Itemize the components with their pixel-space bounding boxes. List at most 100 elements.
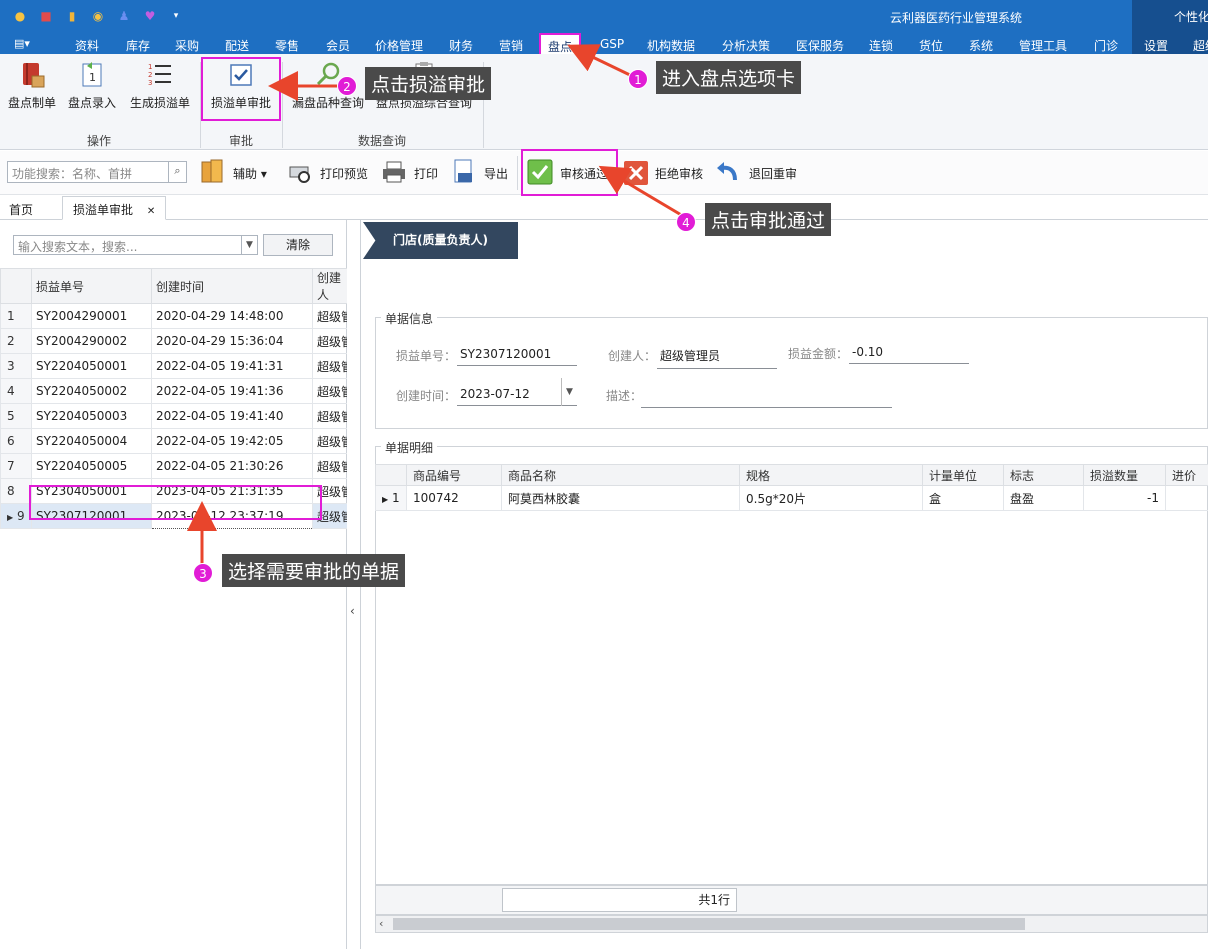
loss-no-field[interactable]: SY2307120001 [457,347,577,366]
header-spec[interactable]: 规格 [739,464,923,486]
header-product-name[interactable]: 商品名称 [501,464,740,486]
clear-button[interactable]: 清除 [263,234,333,256]
tab-retail[interactable]: 零售 [275,37,299,54]
tab-marketing[interactable]: 营销 [499,37,523,54]
tab-data[interactable]: 资料 [75,37,99,54]
print-button[interactable]: 打印 [414,165,438,182]
header-unit[interactable]: 计量单位 [922,464,1004,486]
print-preview-button[interactable]: 打印预览 [320,165,368,182]
cell-creator[interactable]: 超级管 [312,303,348,329]
tab-system[interactable]: 系统 [969,37,993,54]
count-doc-button[interactable]: 盘点制单 [6,60,58,111]
cell-loss-no[interactable]: SY2204050005 [31,453,152,479]
cell-purchase-price[interactable] [1165,485,1208,511]
header-creator[interactable]: 创建人 [312,268,348,304]
cell-create-time[interactable]: 2022-04-05 19:41:36 [151,378,313,404]
header-loss-qty[interactable]: 损溢数量 [1083,464,1166,486]
header-loss-no[interactable]: 损益单号 [31,268,152,304]
function-search-input[interactable]: 功能搜索：名称、首拼 [7,161,187,183]
cell-creator[interactable]: 超级管 [312,353,348,379]
heart-icon[interactable]: ♥ [142,8,158,24]
tab-distribution[interactable]: 配送 [225,37,249,54]
app-logo-icon[interactable]: ● [12,8,28,24]
tab-finance[interactable]: 财务 [449,37,473,54]
cell-loss-no[interactable]: SY2204050003 [31,403,152,429]
tab-clinic[interactable]: 门诊 [1094,37,1118,54]
amount-field[interactable]: -0.10 [849,345,969,364]
users-icon[interactable]: ♟ [116,8,132,24]
tab-location[interactable]: 货位 [919,37,943,54]
tab-settings[interactable]: 设置 [1144,37,1168,54]
tab-chain[interactable]: 连锁 [869,37,893,54]
table-row[interactable]: ▶ 1 100742 阿莫西林胶囊 0.5g*20片 盒 盘盈 -1 [375,485,1208,511]
table-row[interactable]: 5SY22040500032022-04-05 19:41:40超级管 [0,403,348,429]
header-create-time[interactable]: 创建时间 [151,268,313,304]
customize-dropdown-icon[interactable]: ▾ [168,8,184,24]
tab-tools[interactable]: 管理工具 [1019,37,1067,54]
cell-creator[interactable]: 超级管 [312,453,348,479]
list-search-input[interactable]: 输入搜索文本，搜索... [13,235,258,255]
return-review-button[interactable]: 退回重审 [749,165,797,182]
cell-creator[interactable]: 超级管 [312,378,348,404]
count-entry-button[interactable]: 1 盘点录入 [66,60,118,111]
tab-insurance[interactable]: 医保服务 [796,37,844,54]
close-icon[interactable]: ✕ [147,206,155,217]
scrollbar-thumb[interactable] [393,918,1025,930]
table-row[interactable]: 3SY22040500012022-04-05 19:41:31超级管 [0,353,348,379]
cell-create-time[interactable]: 2020-04-29 14:48:00 [151,303,313,329]
tab-purchase[interactable]: 采购 [175,37,199,54]
header-purchase-price[interactable]: 进价 [1165,464,1208,486]
tab-org-data[interactable]: 机构数据 [647,37,695,54]
cell-create-time[interactable]: 2022-04-05 19:41:31 [151,353,313,379]
cell-loss-no[interactable]: SY2204050002 [31,378,152,404]
export-button[interactable]: 导出 [484,165,508,182]
cell-product-code[interactable]: 100742 [406,485,502,511]
cell-loss-no[interactable]: SY2204050001 [31,353,152,379]
tab-price[interactable]: 价格管理 [375,37,423,54]
cell-loss-qty[interactable]: -1 [1083,485,1166,511]
cell-loss-no[interactable]: SY2204050004 [31,428,152,454]
chevron-down-icon[interactable]: ▼ [241,236,257,254]
header-product-code[interactable]: 商品编号 [406,464,502,486]
cell-creator[interactable]: 超级管 [312,428,348,454]
reject-button[interactable]: 拒绝审核 [655,165,703,182]
tab-analysis[interactable]: 分析决策 [722,37,770,54]
cell-flag[interactable]: 盘盈 [1003,485,1084,511]
cell-create-time[interactable]: 2020-04-29 15:36:04 [151,328,313,354]
created-date-field[interactable]: 2023-07-12 [457,387,577,406]
system-menu-button[interactable]: ▤▾ [14,37,30,50]
cell-creator[interactable]: 超级管 [312,403,348,429]
tab-member[interactable]: 会员 [326,37,350,54]
cell-unit[interactable]: 盒 [922,485,1004,511]
cell-creator[interactable]: 超级管 [312,328,348,354]
table-row[interactable]: 2SY20042900022020-04-29 15:36:04超级管 [0,328,348,354]
description-field[interactable] [641,387,892,408]
bar-chart-icon[interactable]: ▮ [64,8,80,24]
location-pin-icon[interactable]: ◉ [90,8,106,24]
personalize-label[interactable]: 个性化 [1174,8,1208,25]
cell-product-name[interactable]: 阿莫西林胶囊 [501,485,740,511]
scroll-left-icon[interactable]: ‹ [379,917,383,930]
header-flag[interactable]: 标志 [1003,464,1084,486]
creator-field[interactable]: 超级管理员 [657,347,777,369]
collapse-arrow-icon[interactable]: ‹ [350,604,355,618]
tab-inventory[interactable]: 库存 [126,37,150,54]
cell-spec[interactable]: 0.5g*20片 [739,485,923,511]
cell-loss-no[interactable]: SY2004290002 [31,328,152,354]
tab-gsp[interactable]: GSP [600,37,624,51]
doctab-home[interactable]: 首页 [9,201,33,218]
date-dropdown-icon[interactable]: ▼ [561,378,577,406]
cell-create-time[interactable]: 2022-04-05 21:30:26 [151,453,313,479]
tab-super[interactable]: 超级 [1193,37,1208,54]
gen-loss-button[interactable]: 1 2 3 生成损溢单 [128,60,192,111]
cell-create-time[interactable]: 2022-04-05 19:41:40 [151,403,313,429]
tab-stocktake[interactable]: 盘点 [539,33,582,54]
cell-loss-no[interactable]: SY2004290001 [31,303,152,329]
doctab-loss-approve[interactable]: 损溢单审批 ✕ [62,196,167,220]
table-row[interactable]: 6SY22040500042022-04-05 19:42:05超级管 [0,428,348,454]
assist-button[interactable]: 辅助 ▾ [233,165,267,182]
search-icon[interactable]: ⌕ [168,162,186,182]
table-row[interactable]: 4SY22040500022022-04-05 19:41:36超级管 [0,378,348,404]
cell-create-time[interactable]: 2022-04-05 19:42:05 [151,428,313,454]
table-row[interactable]: 7SY22040500052022-04-05 21:30:26超级管 [0,453,348,479]
